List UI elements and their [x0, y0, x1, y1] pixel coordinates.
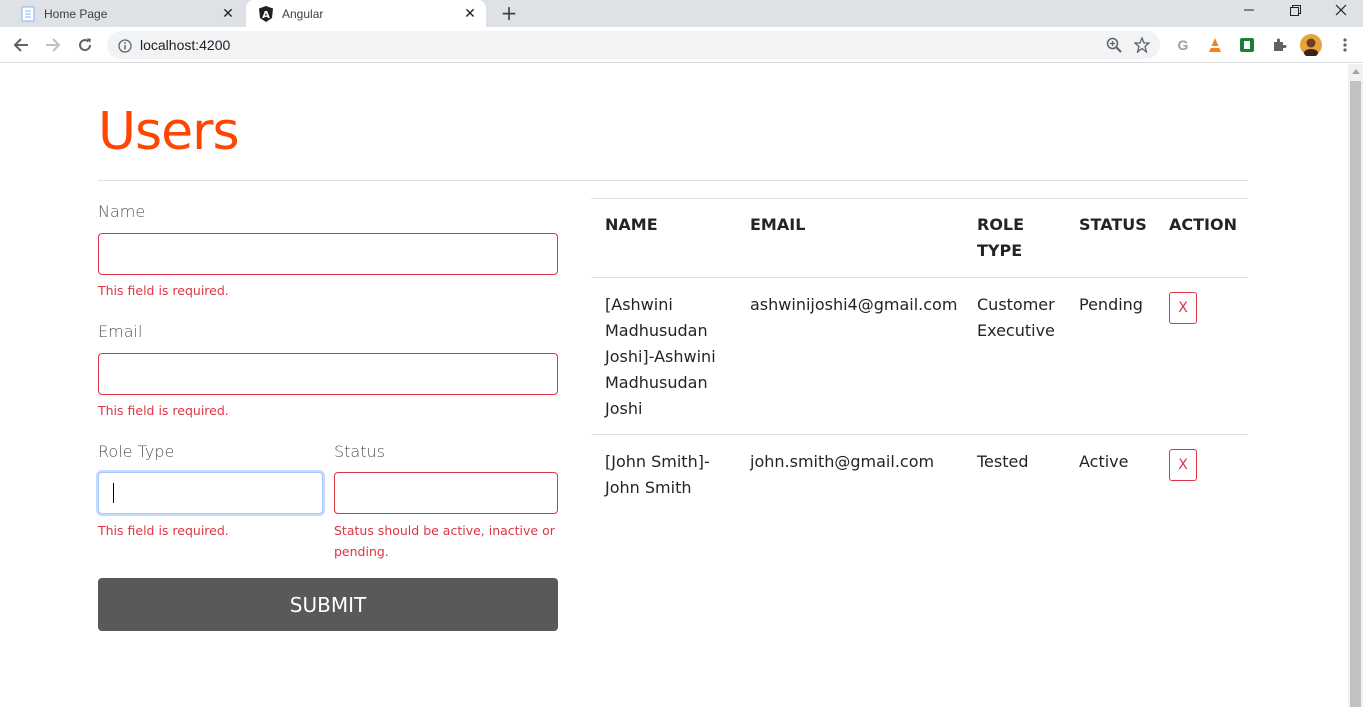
vlc-icon[interactable] [1205, 35, 1225, 55]
table-top-border [591, 198, 1248, 199]
submit-button[interactable]: SUBMIT [98, 578, 558, 631]
text-caret [113, 483, 114, 503]
header-name: NAME [605, 215, 658, 234]
cell-name-line: Madhusudan [605, 373, 708, 392]
info-icon[interactable] [118, 38, 132, 53]
status-error-line1: Status should be active, inactive or [334, 523, 555, 538]
page-title: Users [98, 102, 240, 162]
status-error-line2: pending. [334, 544, 389, 559]
profile-avatar[interactable] [1300, 34, 1322, 56]
browser-toolbar: localhost:4200 G [0, 27, 1363, 63]
extension-green-icon[interactable] [1237, 35, 1257, 55]
cell-name-line: Madhusudan [605, 321, 708, 340]
email-error: This field is required. [98, 403, 229, 418]
role-type-label: Role Type [98, 442, 175, 461]
new-tab-button[interactable]: + [498, 1, 520, 25]
address-bar[interactable]: localhost:4200 [107, 31, 1160, 59]
cell-role-line: Executive [977, 321, 1055, 340]
status-label: Status [334, 442, 385, 461]
delete-row-button[interactable]: X [1169, 449, 1197, 481]
cell-email: ashwinijoshi4@gmail.com [750, 295, 958, 314]
minimize-icon[interactable] [1226, 0, 1272, 20]
extensions-puzzle-icon[interactable] [1269, 35, 1289, 55]
back-arrow-icon[interactable] [8, 32, 34, 58]
cell-name-line: Joshi]-Ashwini [605, 347, 716, 366]
browser-tab-strip: Home Page ✕ A Angular ✕ + [0, 0, 1363, 27]
email-label: Email [98, 322, 143, 341]
cell-name-line: [Ashwini [605, 295, 673, 314]
cell-role-line: Tested [977, 452, 1029, 471]
forward-arrow-icon[interactable] [40, 32, 66, 58]
name-label: Name [98, 202, 146, 221]
status-field[interactable] [334, 472, 558, 514]
close-tab-icon[interactable]: ✕ [218, 4, 238, 24]
role-type-field[interactable] [98, 472, 323, 514]
cell-status: Pending [1079, 295, 1143, 314]
tab-title: Angular [282, 6, 324, 21]
close-tab-icon[interactable]: ✕ [460, 4, 480, 24]
page-content: Users Name This field is required. Email… [0, 64, 1348, 707]
url-text: localhost:4200 [140, 37, 231, 53]
email-field[interactable] [98, 353, 558, 395]
cell-name-line: [John Smith]- [605, 452, 710, 471]
header-email: EMAIL [750, 215, 806, 234]
header-role-type-line2: TYPE [977, 241, 1023, 260]
google-icon[interactable]: G [1173, 35, 1193, 55]
menu-kebab-icon[interactable] [1335, 35, 1355, 55]
name-field[interactable] [98, 233, 558, 275]
document-icon [20, 6, 36, 22]
restore-icon[interactable] [1272, 0, 1318, 20]
table-header-divider [591, 277, 1248, 278]
name-error: This field is required. [98, 283, 229, 298]
scrollbar-thumb[interactable] [1350, 81, 1361, 707]
row-divider [591, 434, 1248, 435]
reload-icon[interactable] [72, 32, 98, 58]
bookmark-star-icon[interactable] [1128, 31, 1156, 59]
svg-text:G: G [1178, 37, 1189, 53]
header-action: ACTION [1169, 215, 1237, 234]
close-window-icon[interactable] [1318, 0, 1363, 20]
tab-home-page[interactable]: Home Page ✕ [0, 0, 244, 27]
tab-angular[interactable]: A Angular ✕ [246, 0, 486, 27]
cell-name-line: Joshi [605, 399, 643, 418]
role-type-error: This field is required. [98, 523, 229, 538]
zoom-icon[interactable] [1100, 31, 1128, 59]
delete-row-button[interactable]: X [1169, 292, 1197, 324]
angular-icon: A [258, 5, 274, 22]
header-status: STATUS [1079, 215, 1147, 234]
cell-role-line: Customer [977, 295, 1055, 314]
header-role-type-line1: ROLE [977, 215, 1025, 234]
vertical-scrollbar[interactable] [1348, 64, 1363, 707]
divider [98, 180, 1248, 181]
scroll-up-icon[interactable] [1352, 69, 1360, 74]
cell-name-line: John Smith [605, 478, 692, 497]
cell-email: john.smith@gmail.com [750, 452, 935, 471]
tab-title: Home Page [44, 6, 108, 21]
svg-text:A: A [262, 10, 270, 21]
cell-status: Active [1079, 452, 1129, 471]
